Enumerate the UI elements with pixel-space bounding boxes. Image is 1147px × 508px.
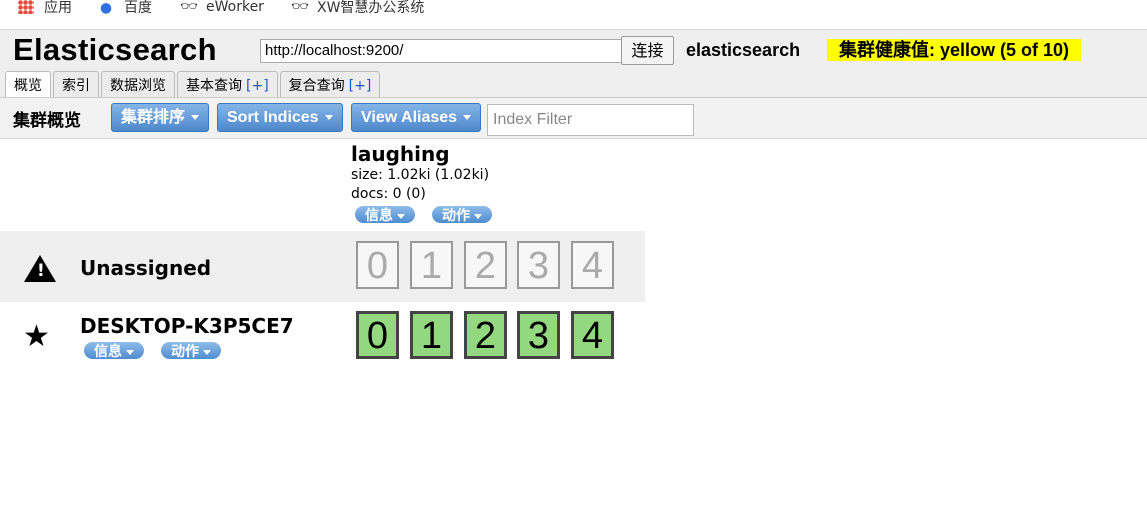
tab-overview[interactable]: 概览 (5, 71, 51, 99)
index-stats: size: 1.02ki (1.02ki) docs: 0 (0) (351, 166, 489, 204)
sort-indices-button[interactable]: Sort Indices (217, 103, 343, 132)
button-label: 信息 (365, 208, 393, 223)
tab-label: 数据浏览 (110, 78, 166, 94)
unassigned-shard[interactable]: 4 (571, 241, 614, 289)
tab-compound-query[interactable]: 复合查询 [+] (279, 71, 381, 98)
started-shard[interactable]: 4 (571, 311, 614, 359)
index-action-button[interactable]: 动作 (432, 206, 492, 223)
app-title: Elasticsearch (13, 32, 217, 67)
tab-add-link[interactable]: [+] (246, 78, 269, 94)
overview-toolbar: 集群概览 集群排序 Sort Indices View Aliases Inde… (0, 97, 1147, 139)
unassigned-shard[interactable]: 0 (356, 241, 399, 289)
index-docs: docs: 0 (0) (351, 186, 426, 202)
bookmarks-bar: 应用 百度 👓︎ eWorker 👓︎ XW智慧办公系统 (0, 0, 1147, 20)
bookmark-label: 百度 (124, 0, 152, 16)
baidu-icon (98, 0, 114, 14)
tab-add-link[interactable]: [+] (349, 78, 372, 94)
caret-down-icon (191, 115, 200, 121)
node-row: ★ DESKTOP-K3P5CE7 信息 动作 0 1 2 3 4 (0, 302, 645, 372)
caret-down-icon (397, 213, 405, 219)
view-aliases-button[interactable]: View Aliases (351, 103, 482, 132)
caret-down-icon (126, 349, 134, 355)
cluster-name: elasticsearch (686, 40, 801, 60)
tab-indices[interactable]: 索引 (53, 71, 99, 98)
tab-basic-query[interactable]: 基本查询 [+] (177, 71, 278, 98)
cluster-url-input[interactable]: http://localhost:9200/ (260, 39, 624, 63)
tab-label: 基本查询 (186, 78, 242, 94)
tab-label: 复合查询 (288, 78, 345, 94)
started-shard[interactable]: 0 (356, 311, 399, 359)
tab-label: 概览 (14, 78, 42, 94)
button-label: Sort Indices (227, 109, 319, 126)
unassigned-shard[interactable]: 3 (517, 241, 560, 289)
unassigned-label: Unassigned (80, 256, 212, 280)
bookmark-apps[interactable]: 应用 (18, 0, 72, 18)
tab-browser[interactable]: 数据浏览 (101, 71, 175, 98)
button-label: View Aliases (361, 109, 458, 126)
master-star-icon: ★ (23, 319, 50, 354)
bookmark-baidu[interactable]: 百度 (98, 0, 152, 18)
apps-icon (18, 0, 34, 14)
caret-down-icon (463, 115, 472, 121)
button-label: 动作 (442, 208, 470, 223)
button-label: 动作 (171, 344, 199, 359)
bookmark-label: XW智慧办公系统 (317, 0, 425, 16)
bookmark-label: eWorker (206, 0, 264, 15)
app-header: Elasticsearch http://localhost:9200/ 连接 … (0, 29, 1147, 99)
node-action-button[interactable]: 动作 (161, 342, 221, 359)
toolbar-title: 集群概览 (13, 111, 81, 131)
connect-button[interactable]: 连接 (621, 36, 674, 65)
caret-down-icon (474, 213, 482, 219)
bookmark-eworker[interactable]: 👓︎ eWorker (180, 0, 264, 18)
index-info-button[interactable]: 信息 (355, 206, 415, 223)
button-label: 信息 (94, 344, 122, 359)
unassigned-row: ! Unassigned 0 1 2 3 4 (0, 231, 645, 302)
tab-label: 索引 (62, 78, 90, 94)
warning-icon: ! (24, 255, 56, 282)
caret-down-icon (324, 115, 333, 121)
bookmark-label: 应用 (44, 0, 72, 16)
index-size: size: 1.02ki (1.02ki) (351, 167, 490, 183)
caret-down-icon (203, 349, 211, 355)
sort-cluster-button[interactable]: 集群排序 (111, 103, 210, 132)
started-shard[interactable]: 3 (517, 311, 560, 359)
node-info-button[interactable]: 信息 (84, 342, 144, 359)
index-filter-input[interactable]: Index Filter (487, 104, 694, 136)
tab-bar: 概览 索引 数据浏览 基本查询 [+] 复合查询 [+] (5, 71, 381, 99)
index-name: laughing (351, 142, 450, 166)
button-label: 集群排序 (121, 109, 186, 126)
cluster-health-badge: 集群健康值: yellow (5 of 10) (827, 39, 1082, 61)
unassigned-shard[interactable]: 1 (410, 241, 453, 289)
bookmark-xw[interactable]: 👓︎ XW智慧办公系统 (291, 0, 424, 18)
unassigned-shard[interactable]: 2 (464, 241, 507, 289)
glasses-icon: 👓︎ (180, 0, 198, 15)
started-shard[interactable]: 1 (410, 311, 453, 359)
node-name: DESKTOP-K3P5CE7 (80, 314, 294, 338)
started-shard[interactable]: 2 (464, 311, 507, 359)
glasses-icon: 👓︎ (291, 0, 309, 15)
